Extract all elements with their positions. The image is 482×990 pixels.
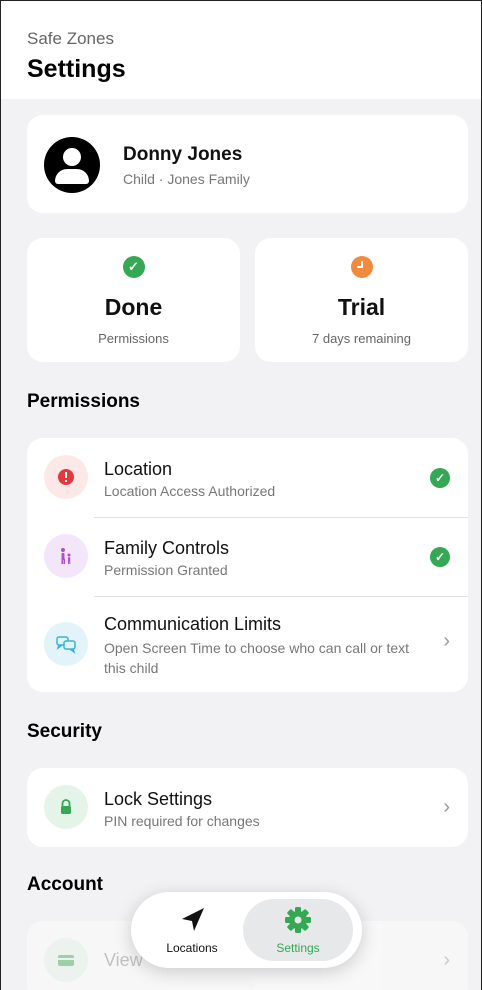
trial-status-card[interactable]: Trial 7 days remaining bbox=[255, 238, 468, 362]
tab-settings[interactable]: Settings bbox=[243, 899, 353, 961]
section-title-permissions: Permissions bbox=[27, 391, 140, 412]
location-arrow-icon bbox=[137, 905, 247, 935]
page-title: Settings bbox=[27, 55, 126, 83]
trial-days-remaining: 7 days remaining bbox=[312, 331, 411, 346]
profile-card[interactable]: Donny Jones Child · Jones Family bbox=[27, 115, 468, 213]
permission-desc: Open Screen Time to choose who can call … bbox=[104, 640, 410, 676]
app-screen: Safe Zones Settings Donny Jones Child · … bbox=[0, 0, 482, 990]
permissions-status-label: Permissions bbox=[98, 331, 169, 346]
family-icon bbox=[44, 534, 88, 578]
permission-desc: Permission Granted bbox=[104, 562, 228, 578]
tab-label: Locations bbox=[166, 941, 218, 955]
chevron-right-icon: › bbox=[443, 796, 450, 818]
permissions-status-value: Done bbox=[104, 294, 163, 320]
section-title-account: Account bbox=[27, 874, 103, 895]
lock-settings-row[interactable]: Lock Settings PIN required for changes › bbox=[27, 768, 468, 847]
tab-bar: Locations Settings bbox=[131, 892, 362, 968]
profile-subtitle: Child · Jones Family bbox=[123, 171, 250, 187]
permissions-card: Location Location Access Authorized ✓ Fa… bbox=[27, 438, 468, 692]
tab-label: Settings bbox=[276, 941, 320, 955]
card-icon bbox=[44, 938, 88, 982]
check-circle-icon: ✓ bbox=[122, 256, 145, 278]
header: Safe Zones Settings bbox=[1, 1, 481, 99]
lock-settings-title: Lock Settings bbox=[104, 789, 213, 809]
clock-icon bbox=[350, 256, 373, 278]
profile-name: Donny Jones bbox=[123, 144, 243, 165]
chevron-right-icon: › bbox=[443, 949, 450, 971]
permission-row-communication-limits[interactable]: Communication Limits Open Screen Time to… bbox=[27, 596, 468, 692]
avatar bbox=[44, 137, 100, 193]
lock-settings-card[interactable]: Lock Settings PIN required for changes › bbox=[27, 768, 468, 847]
section-title-security: Security bbox=[27, 721, 102, 742]
permission-desc: Location Access Authorized bbox=[104, 483, 276, 499]
permission-row-location[interactable]: Location Location Access Authorized ✓ bbox=[27, 438, 468, 517]
gear-icon bbox=[243, 905, 353, 935]
permission-title: Communication Limits bbox=[104, 614, 282, 634]
location-warning-icon bbox=[44, 455, 88, 499]
chat-bubbles-icon bbox=[44, 622, 88, 666]
permission-row-family-controls[interactable]: Family Controls Permission Granted ✓ bbox=[27, 517, 468, 596]
check-circle-icon: ✓ bbox=[430, 547, 450, 567]
permissions-status-card[interactable]: ✓ Done Permissions bbox=[27, 238, 240, 362]
lock-icon bbox=[44, 785, 88, 829]
tab-locations[interactable]: Locations bbox=[137, 899, 247, 961]
permission-title: Location bbox=[104, 459, 173, 479]
header-supertitle: Safe Zones bbox=[27, 29, 114, 48]
check-circle-icon: ✓ bbox=[430, 468, 450, 488]
chevron-right-icon: › bbox=[443, 630, 450, 652]
lock-settings-desc: PIN required for changes bbox=[104, 813, 260, 829]
permission-title: Family Controls bbox=[104, 538, 230, 558]
trial-status-value: Trial bbox=[337, 294, 386, 320]
